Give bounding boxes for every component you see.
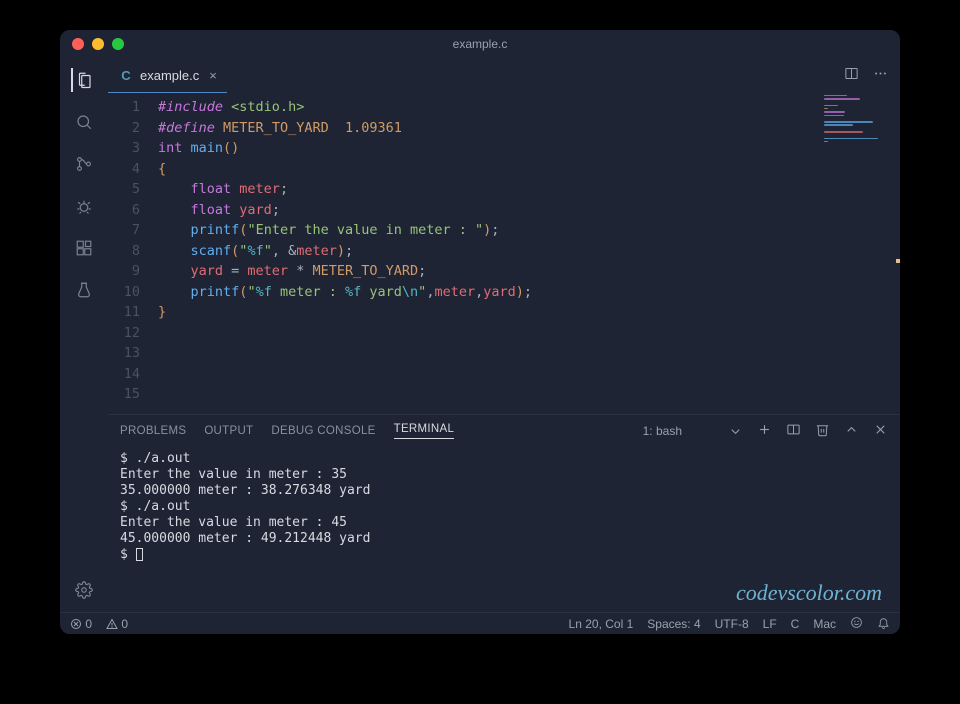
code-line[interactable]: printf("Enter the value in meter : "); xyxy=(158,220,820,241)
window-title: example.c xyxy=(60,37,900,51)
code-line[interactable]: } xyxy=(158,302,820,323)
line-gutter: 123456789101112131415 xyxy=(108,93,158,414)
split-terminal-icon[interactable] xyxy=(786,422,801,440)
terminal-line: 45.000000 meter : 49.212448 yard xyxy=(120,531,888,547)
code-line[interactable]: yard = meter * METER_TO_YARD; xyxy=(158,261,820,282)
terminal-line: $ ./a.out xyxy=(120,451,888,467)
editor-window: example.c xyxy=(60,30,900,634)
c-file-icon: C xyxy=(118,67,134,83)
search-icon[interactable] xyxy=(72,110,96,134)
code-editor[interactable]: 123456789101112131415 #include <stdio.h>… xyxy=(108,93,900,414)
tab-output[interactable]: OUTPUT xyxy=(204,425,253,437)
status-spaces[interactable]: Spaces: 4 xyxy=(647,617,700,631)
terminal-line: Enter the value in meter : 45 xyxy=(120,515,888,531)
notifications-icon[interactable] xyxy=(877,616,890,632)
split-editor-icon[interactable] xyxy=(844,66,859,86)
body-area: C example.c × 123456789101112131415 #inc… xyxy=(60,58,900,612)
activity-bar xyxy=(60,58,108,612)
line-number: 11 xyxy=(108,302,140,323)
status-bar: 0 0 Ln 20, Col 1 Spaces: 4 UTF-8 LF C Ma… xyxy=(60,612,900,634)
code-line[interactable]: int main() xyxy=(158,138,820,159)
chevron-down-icon xyxy=(728,424,743,439)
overview-ruler-mark xyxy=(896,259,900,263)
warning-count: 0 xyxy=(121,617,128,631)
tab-terminal[interactable]: TERMINAL xyxy=(394,423,455,439)
terminal-prompt[interactable]: $ xyxy=(120,547,888,563)
code-line[interactable]: float yard; xyxy=(158,200,820,221)
line-number: 13 xyxy=(108,343,140,364)
status-errors[interactable]: 0 xyxy=(70,617,92,631)
tab-row: C example.c × xyxy=(108,58,900,93)
line-number: 15 xyxy=(108,384,140,405)
line-number: 5 xyxy=(108,179,140,200)
line-number: 7 xyxy=(108,220,140,241)
debug-icon[interactable] xyxy=(72,194,96,218)
status-warnings[interactable]: 0 xyxy=(106,617,128,631)
status-os[interactable]: Mac xyxy=(813,617,836,631)
terminal-cursor xyxy=(136,548,143,561)
minimap[interactable] xyxy=(820,93,900,414)
tab-problems[interactable]: PROBLEMS xyxy=(120,425,186,437)
line-number: 1 xyxy=(108,97,140,118)
editor-column: C example.c × 123456789101112131415 #inc… xyxy=(108,58,900,612)
maximize-panel-icon[interactable] xyxy=(844,422,859,440)
code-line[interactable]: printf("%f meter : %f yard\n",meter,yard… xyxy=(158,282,820,303)
kill-terminal-icon[interactable] xyxy=(815,422,830,440)
close-tab-icon[interactable]: × xyxy=(205,68,217,83)
status-cursor[interactable]: Ln 20, Col 1 xyxy=(569,617,634,631)
code-line[interactable]: #define METER_TO_YARD 1.09361 xyxy=(158,118,820,139)
explorer-icon[interactable] xyxy=(71,68,95,92)
settings-gear-icon[interactable] xyxy=(72,578,96,602)
terminal-selector-label: 1: bash xyxy=(643,424,682,438)
panel-tabs: PROBLEMS OUTPUT DEBUG CONSOLE TERMINAL 1… xyxy=(108,415,900,447)
new-terminal-icon[interactable] xyxy=(757,422,772,440)
extensions-icon[interactable] xyxy=(72,236,96,260)
line-number: 12 xyxy=(108,323,140,344)
terminal-line: 35.000000 meter : 38.276348 yard xyxy=(120,483,888,499)
status-language[interactable]: C xyxy=(791,617,800,631)
feedback-icon[interactable] xyxy=(850,616,863,632)
line-number: 2 xyxy=(108,118,140,139)
close-panel-icon[interactable] xyxy=(873,422,888,440)
titlebar[interactable]: example.c xyxy=(60,30,900,58)
code-line[interactable]: float meter; xyxy=(158,179,820,200)
line-number: 14 xyxy=(108,364,140,385)
source-control-icon[interactable] xyxy=(72,152,96,176)
line-number: 6 xyxy=(108,200,140,221)
code-line[interactable]: scanf("%f", &meter); xyxy=(158,241,820,262)
terminal-line: $ ./a.out xyxy=(120,499,888,515)
status-eol[interactable]: LF xyxy=(763,617,777,631)
terminal-line: Enter the value in meter : 35 xyxy=(120,467,888,483)
status-encoding[interactable]: UTF-8 xyxy=(715,617,749,631)
terminal-selector[interactable]: 1: bash xyxy=(643,424,743,439)
line-number: 8 xyxy=(108,241,140,262)
code-line[interactable]: #include <stdio.h> xyxy=(158,97,820,118)
tab-label: example.c xyxy=(140,68,199,83)
testing-icon[interactable] xyxy=(72,278,96,302)
more-actions-icon[interactable] xyxy=(873,66,888,86)
tab-example-c[interactable]: C example.c × xyxy=(108,58,227,93)
code-line[interactable]: { xyxy=(158,159,820,180)
line-number: 4 xyxy=(108,159,140,180)
tab-actions xyxy=(844,66,900,86)
line-number: 10 xyxy=(108,282,140,303)
code-content[interactable]: #include <stdio.h>#define METER_TO_YARD … xyxy=(158,93,820,414)
error-count: 0 xyxy=(85,617,92,631)
line-number: 3 xyxy=(108,138,140,159)
watermark-text: codevscolor.com xyxy=(736,580,882,606)
line-number: 9 xyxy=(108,261,140,282)
tab-debug-console[interactable]: DEBUG CONSOLE xyxy=(271,425,375,437)
